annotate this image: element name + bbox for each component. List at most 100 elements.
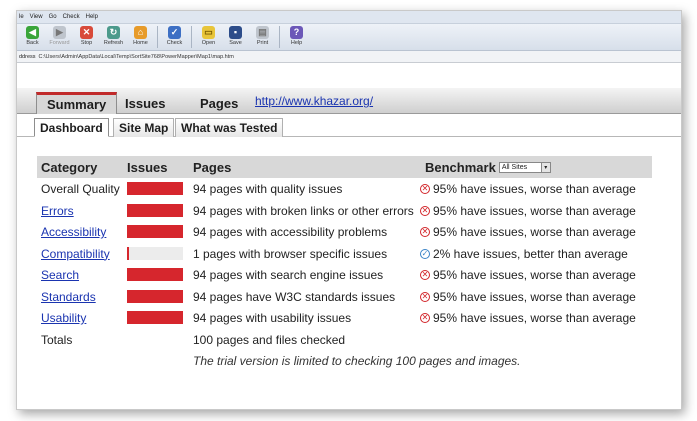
toolbar-separator xyxy=(279,26,280,48)
benchmark-select-value: All Sites xyxy=(501,163,528,171)
header-benchmark: Benchmark xyxy=(425,159,496,175)
help-button[interactable]: ? Help xyxy=(283,26,310,47)
subtab-site-map[interactable]: Site Map xyxy=(113,118,175,137)
stop-button[interactable]: ✕ Stop xyxy=(73,26,100,47)
report-header-row: Category Issues Pages Benchmark All Site… xyxy=(37,156,652,178)
category-accessibility[interactable]: Accessibility xyxy=(41,225,106,239)
open-button[interactable]: ▭ Open xyxy=(195,26,222,47)
benchmark-text: 95% have issues, worse than average xyxy=(433,268,636,282)
menu-go[interactable]: Go xyxy=(49,14,57,20)
pages-text: 94 pages with search engine issues xyxy=(193,268,384,282)
issues-bar-track xyxy=(127,225,183,238)
subtab-dashboard[interactable]: Dashboard xyxy=(34,118,109,137)
category-search[interactable]: Search xyxy=(41,268,79,282)
save-button[interactable]: ▪ Save xyxy=(222,26,249,47)
header-category: Category xyxy=(41,159,98,175)
benchmark-text: 95% have issues, worse than average xyxy=(433,225,636,239)
stop-icon: ✕ xyxy=(80,26,93,39)
tab-summary[interactable]: Summary xyxy=(36,92,118,114)
benchmark-text: 95% have issues, worse than average xyxy=(433,182,636,196)
category-compatibility[interactable]: Compatibility xyxy=(41,247,110,261)
check-icon: ✓ xyxy=(168,26,181,39)
pages-text: 1 pages with browser specific issues xyxy=(193,246,388,261)
issues-bar-track xyxy=(127,246,183,260)
home-icon: ⌂ xyxy=(134,26,147,39)
pages-text: 94 pages with quality issues xyxy=(193,182,343,196)
header-issues: Issues xyxy=(127,159,168,175)
check-button[interactable]: ✓ Check xyxy=(161,26,188,47)
save-label: Save xyxy=(229,40,242,46)
summary-report: Category Issues Pages Benchmark All Site… xyxy=(37,156,652,372)
back-arrow-icon: ◀ xyxy=(26,26,39,39)
save-disk-icon: ▪ xyxy=(229,26,242,39)
menu-view[interactable]: View xyxy=(30,14,43,20)
error-circle-icon: ✕ xyxy=(420,205,430,216)
print-label: Print xyxy=(256,40,269,46)
error-circle-icon: ✕ xyxy=(420,184,430,194)
issues-bar-track xyxy=(127,289,183,303)
pages-text: 94 pages with usability issues xyxy=(193,311,352,325)
category-standards[interactable]: Standards xyxy=(41,290,96,304)
benchmark-cell: ✓ 2% have issues, better than average xyxy=(420,247,628,261)
toolbar-separator xyxy=(157,26,158,48)
forward-label: Forward xyxy=(49,40,70,46)
error-circle-icon: ✕ xyxy=(420,270,430,280)
report-row-usability: Usability 94 pages with usability issues ✕… xyxy=(37,307,652,329)
refresh-label: Refresh xyxy=(103,40,124,46)
print-button[interactable]: ▤ Print xyxy=(249,26,276,47)
sub-tab-bar: Dashboard Site Map What was Tested xyxy=(17,115,681,137)
issues-bar-fill xyxy=(127,289,183,303)
address-label: ddress xyxy=(19,53,36,60)
forward-arrow-icon: ▶ xyxy=(53,26,66,39)
benchmark-text: 95% have issues, worse than average xyxy=(433,203,636,218)
tab-pages[interactable]: Pages xyxy=(190,92,248,114)
benchmark-select[interactable]: All Sites ▾ xyxy=(498,161,551,173)
totals-value: 100 pages and files checked xyxy=(193,332,346,347)
help-label: Help xyxy=(290,40,303,46)
site-url-link[interactable]: http://www.khazar.org/ xyxy=(255,94,373,108)
app-window: le View Go Check Help ◀ Back ▶ Forward ✕… xyxy=(16,10,682,410)
menu-check[interactable]: Check xyxy=(63,14,80,20)
benchmark-cell: ✕ 95% have issues, worse than average xyxy=(420,268,636,282)
address-bar: ddress C:\Users\Admin\AppData\Local\Temp… xyxy=(17,51,681,63)
issues-bar-fill xyxy=(127,311,183,324)
menu-file[interactable]: le xyxy=(19,14,24,20)
category-usability[interactable]: Usability xyxy=(41,311,86,325)
tab-issues[interactable]: Issues xyxy=(115,92,175,114)
open-label: Open xyxy=(201,40,216,46)
trial-note-row: The trial version is limited to checking… xyxy=(37,350,652,372)
issues-bar-fill xyxy=(127,182,183,195)
trial-note: The trial version is limited to checking… xyxy=(193,354,521,368)
report-row-accessibility: Accessibility 94 pages with accessibility… xyxy=(37,221,652,243)
pages-text: 94 pages have W3C standards issues xyxy=(193,289,396,304)
refresh-icon: ↻ xyxy=(107,26,120,39)
subtab-what-was-tested[interactable]: What was Tested xyxy=(175,118,284,137)
error-circle-icon: ✕ xyxy=(420,313,430,323)
pages-text: 94 pages with broken links or other erro… xyxy=(193,203,414,218)
issues-bar-fill xyxy=(127,268,183,281)
benchmark-text: 2% have issues, better than average xyxy=(433,246,628,261)
issues-bar-fill xyxy=(127,246,129,260)
forward-button[interactable]: ▶ Forward xyxy=(46,26,73,47)
check-label: Check xyxy=(166,40,183,46)
report-row-standards: Standards 94 pages have W3C standards iss… xyxy=(37,286,652,308)
issues-bar-track xyxy=(127,311,183,324)
error-circle-icon: ✕ xyxy=(420,227,430,237)
benchmark-text: 95% have issues, worse than average xyxy=(433,311,636,325)
open-folder-icon: ▭ xyxy=(202,26,215,39)
totals-label: Totals xyxy=(41,332,73,347)
stop-label: Stop xyxy=(80,40,93,46)
category-errors[interactable]: Errors xyxy=(41,204,74,218)
refresh-button[interactable]: ↻ Refresh xyxy=(100,26,127,47)
menu-help[interactable]: Help xyxy=(86,14,98,20)
back-button[interactable]: ◀ Back xyxy=(19,26,46,47)
report-rows: Overall Quality 94 pages with quality iss… xyxy=(37,178,652,329)
category-overall-quality: Overall Quality xyxy=(41,182,120,196)
address-input[interactable]: C:\Users\Admin\AppData\Local\Temp\SortSi… xyxy=(39,54,234,60)
main-tab-bar: Summary Issues Pages http://www.khazar.o… xyxy=(17,88,681,114)
issues-bar-fill xyxy=(127,203,183,217)
pages-text: 94 pages with accessibility problems xyxy=(193,225,388,239)
issues-bar-fill xyxy=(127,225,183,238)
home-button[interactable]: ⌂ Home xyxy=(127,26,154,47)
benchmark-cell: ✕ 95% have issues, worse than average xyxy=(420,204,636,218)
